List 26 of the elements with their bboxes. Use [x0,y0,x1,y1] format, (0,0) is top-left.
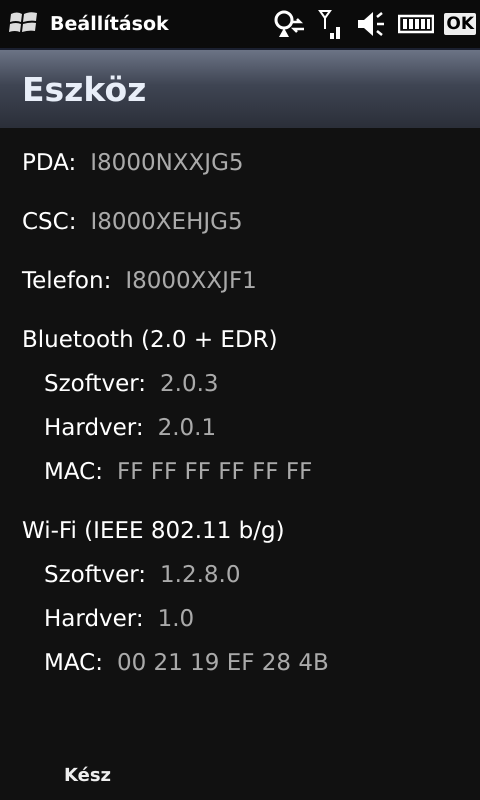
field-value: 1.0 [158,606,194,632]
speaker-icon[interactable] [356,9,386,39]
page-title: Eszköz [22,70,146,108]
field-label: Hardver: [44,606,144,632]
field-label: Szoftver: [44,562,146,588]
field-value: 1.2.8.0 [160,562,240,588]
field-value: I8000XEHJG5 [90,209,243,235]
ok-button[interactable]: OK [444,13,476,35]
field-value: 2.0.1 [158,415,216,441]
field-label: MAC: [44,650,103,676]
field-value: I8000NXXJG5 [90,150,244,176]
field-label: Telefon: [22,268,112,294]
field-value: 00 21 19 EF 28 4B [116,650,329,676]
field-value: FF FF FF FF FF FF [116,459,312,485]
field-label: Szoftver: [44,371,146,397]
field-label: PDA: [22,150,76,176]
done-softkey[interactable]: Kész [64,764,112,786]
section-title: Bluetooth (2.0 + EDR) [22,327,279,355]
field-label: Hardver: [44,415,144,441]
field-value: I8000XXJF1 [125,268,257,294]
battery-icon [398,13,434,35]
field-label: CSC: [22,209,76,235]
field-label: MAC: [44,459,103,485]
field-value: 2.0.3 [160,371,219,397]
section-title: Wi-Fi (IEEE 802.11 b/g) [22,518,286,546]
app-title: Beállítások [50,13,170,35]
